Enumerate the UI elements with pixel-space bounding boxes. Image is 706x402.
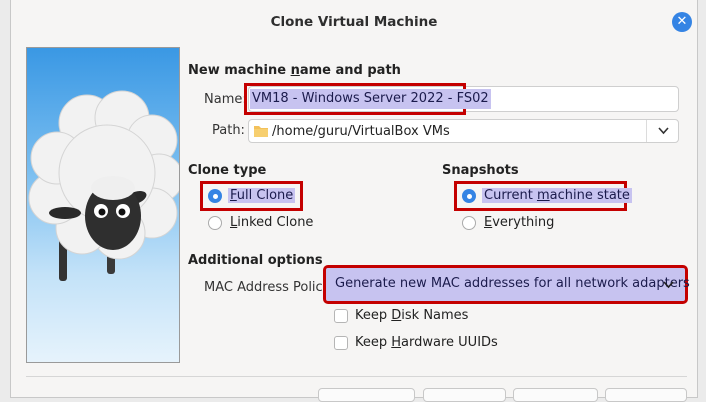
dialog-button[interactable]: [605, 388, 687, 402]
linked-clone-radio[interactable]: [208, 216, 222, 230]
sheep-banner-image: [26, 47, 180, 363]
path-select[interactable]: /home/guru/VirtualBox VMs: [248, 119, 679, 143]
current-machine-state-label[interactable]: Current machine state: [482, 188, 632, 203]
dialog-button[interactable]: [318, 388, 415, 402]
keep-disk-names-checkbox[interactable]: [334, 309, 348, 323]
mac-policy-select[interactable]: Generate new MAC addresses for all netwo…: [323, 265, 690, 304]
close-icon[interactable]: ✕: [672, 12, 692, 32]
clone-type-heading: Clone type: [188, 163, 267, 178]
dialog-button[interactable]: [423, 388, 506, 402]
folder-icon: [254, 126, 268, 137]
mac-policy-value: Generate new MAC addresses for all netwo…: [335, 276, 690, 291]
additional-options-heading: Additional options: [188, 253, 323, 268]
dialog-title: Clone Virtual Machine: [270, 14, 438, 30]
bottom-separator: [26, 376, 687, 377]
keep-disk-names-label[interactable]: Keep Disk Names: [355, 308, 468, 323]
path-divider: [646, 120, 647, 142]
current-machine-state-radio[interactable]: [462, 189, 476, 203]
dialog-button[interactable]: [513, 388, 598, 402]
keep-hardware-uuids-label[interactable]: Keep Hardware UUIDs: [355, 335, 498, 350]
chevron-down-icon: [663, 281, 674, 289]
everything-radio[interactable]: [462, 216, 476, 230]
clone-vm-dialog: Clone Virtual Machine ✕ New machine name…: [10, 0, 698, 402]
linked-clone-label[interactable]: Linked Clone: [230, 215, 313, 230]
keep-hardware-uuids-checkbox[interactable]: [334, 336, 348, 350]
full-clone-label[interactable]: Full Clone: [228, 188, 296, 203]
name-path-heading: New machine name and path: [188, 63, 401, 78]
everything-label[interactable]: Everything: [484, 215, 554, 230]
path-label: Path:: [212, 123, 245, 138]
mac-policy-label: MAC Address Policy:: [204, 280, 334, 295]
name-label: Name:: [204, 92, 247, 107]
chevron-down-icon[interactable]: [658, 127, 669, 135]
full-clone-radio[interactable]: [208, 189, 222, 203]
snapshots-heading: Snapshots: [442, 163, 519, 178]
path-value: /home/guru/VirtualBox VMs: [272, 124, 450, 139]
name-input-value[interactable]: VM18 - Windows Server 2022 - FS02: [250, 89, 491, 109]
